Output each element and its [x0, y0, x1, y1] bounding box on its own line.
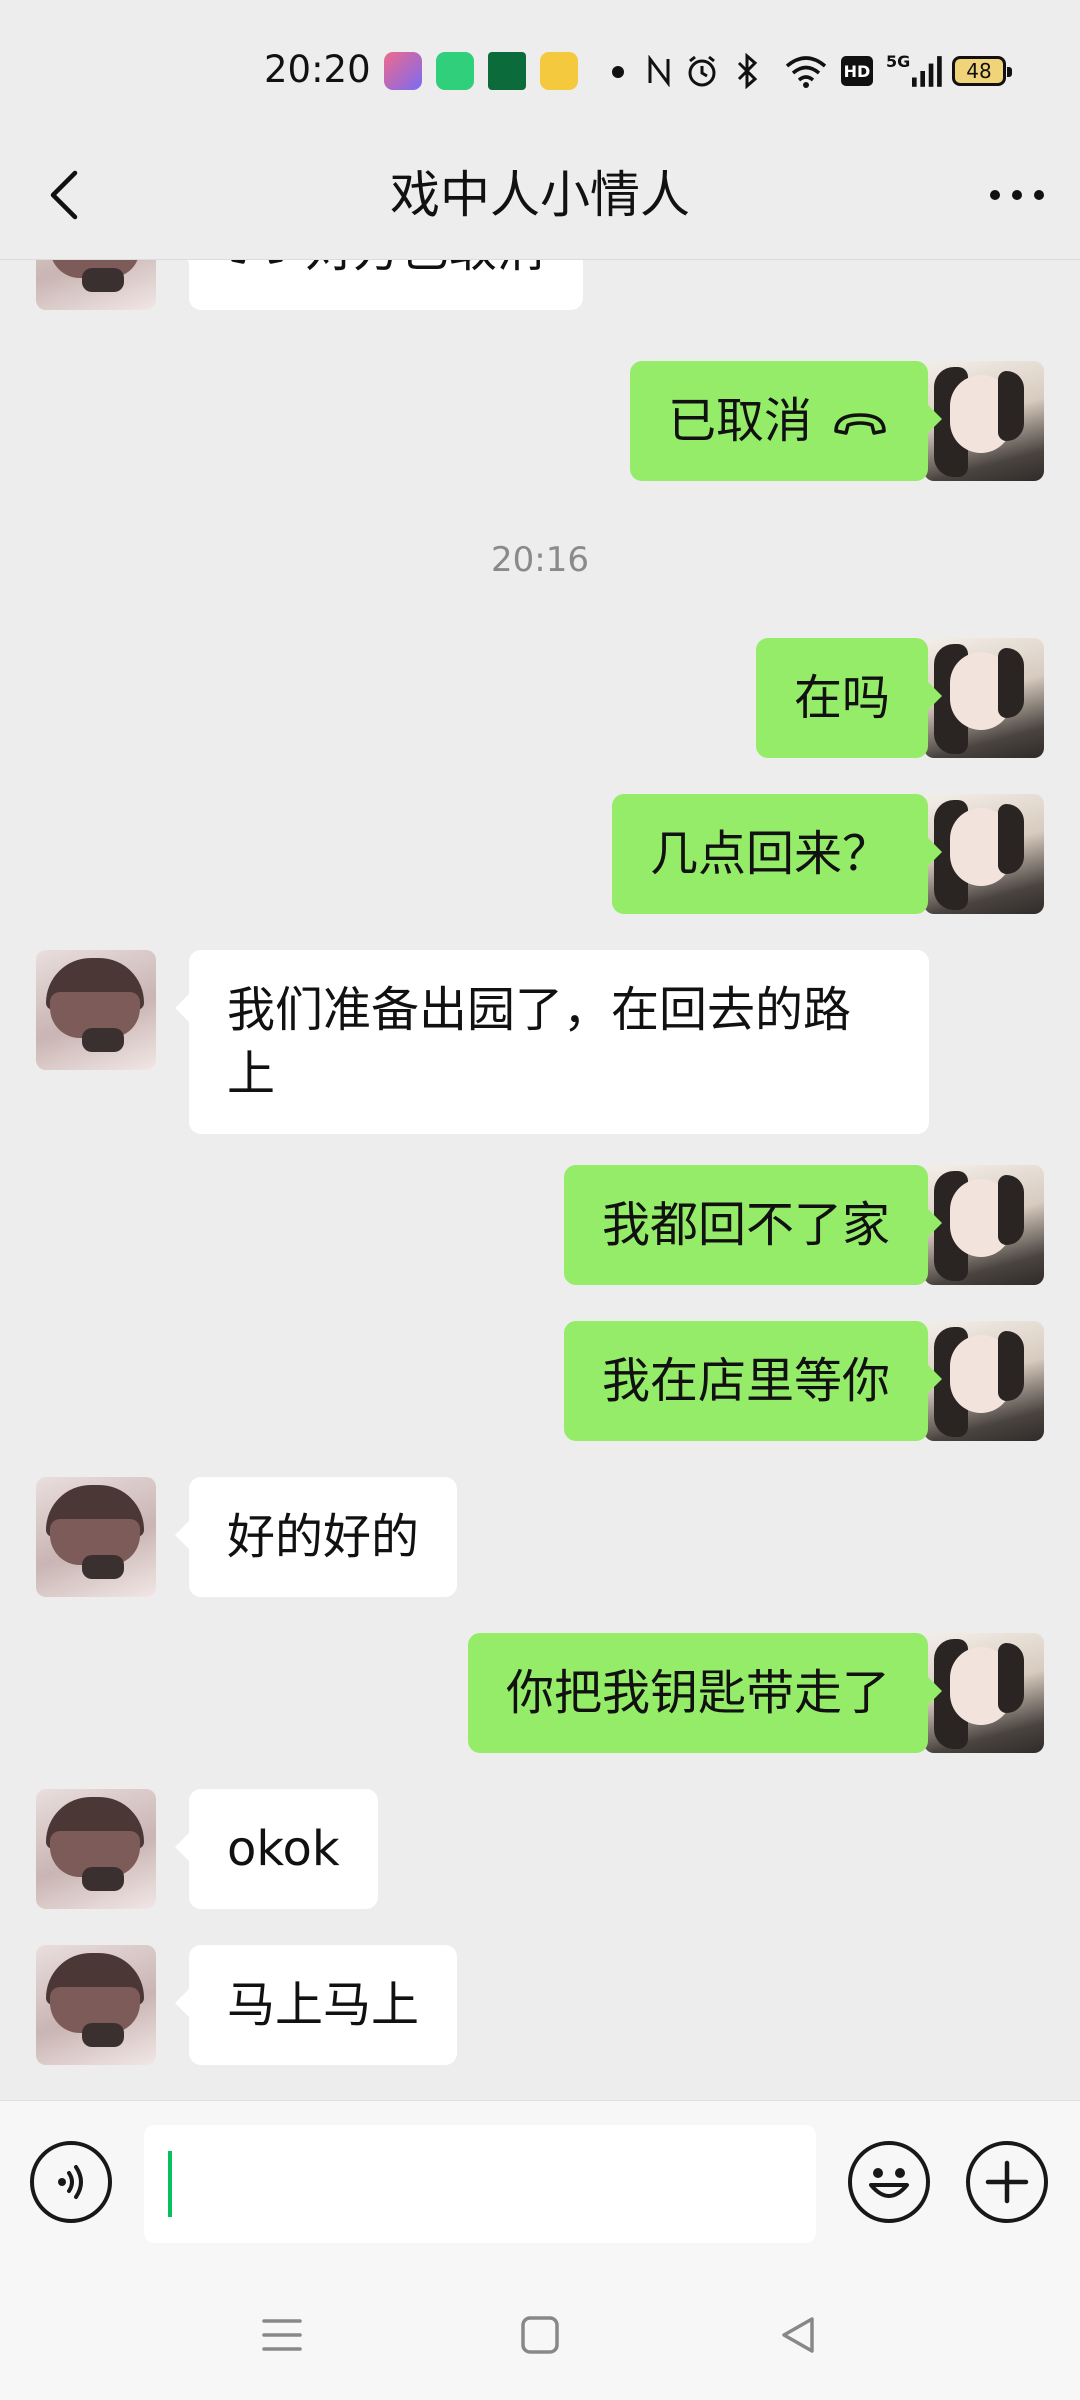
page-title: 戏中人小情人	[390, 166, 690, 224]
status-time: 20:20	[264, 48, 371, 91]
back-triangle-icon	[782, 2317, 814, 2353]
message-bubble[interactable]: 几点回来？	[611, 794, 943, 914]
message-bubble[interactable]: 马上马上	[174, 1945, 458, 2065]
wifi-icon	[784, 50, 828, 92]
app-icon-green	[436, 52, 474, 90]
avatar[interactable]	[924, 1633, 1044, 1753]
dot-icon	[612, 66, 624, 78]
status-bar: 20:20 HD 5G 48	[0, 0, 1080, 130]
battery-icon: 48	[952, 56, 1012, 86]
avatar[interactable]	[36, 1789, 156, 1909]
avatar[interactable]	[924, 1165, 1044, 1285]
plus-icon	[985, 2160, 1029, 2204]
voice-button[interactable]	[30, 2141, 112, 2223]
message-bubble[interactable]: 你把我钥匙带走了	[467, 1633, 943, 1753]
avatar[interactable]	[36, 1477, 156, 1597]
message-timestamp: 20:16	[491, 540, 589, 580]
avatar[interactable]	[36, 260, 156, 310]
back-nav-button[interactable]	[763, 2300, 833, 2370]
home-button[interactable]	[505, 2300, 575, 2370]
chat-header: 戏中人小情人	[0, 130, 1080, 260]
app-icon-yellow	[540, 52, 578, 90]
avatar[interactable]	[924, 361, 1044, 481]
avatar[interactable]	[924, 1321, 1044, 1441]
app-icon-pink	[384, 52, 422, 90]
battery-level: 48	[966, 59, 992, 83]
bluetooth-icon	[730, 50, 766, 92]
message-bubble[interactable]: okok	[175, 1789, 378, 1909]
message-bubble[interactable]: 好的好的	[174, 1477, 458, 1597]
hd-icon: HD	[840, 50, 874, 92]
message-bubble[interactable]: 我在店里等你	[563, 1321, 943, 1441]
message-bubble[interactable]: 已取消	[629, 361, 943, 481]
input-bar	[0, 2100, 1080, 2270]
avatar[interactable]	[924, 638, 1044, 758]
phone-hangup-icon	[231, 260, 283, 264]
message-input[interactable]	[144, 2125, 816, 2243]
message-text: 已取消	[667, 393, 812, 449]
alarm-icon	[684, 50, 720, 92]
nfc-icon	[644, 50, 674, 92]
more-button[interactable]	[982, 160, 1052, 230]
plus-button[interactable]	[966, 2141, 1048, 2223]
avatar[interactable]	[924, 794, 1044, 914]
phone-hangup-icon	[834, 413, 886, 435]
emoji-button[interactable]	[848, 2141, 930, 2223]
avatar[interactable]	[36, 1945, 156, 2065]
emoji-icon	[869, 2168, 909, 2198]
chat-area[interactable]: 对方已取消 已取消 20:16 在吗 几点回来？ 我们准备出园了，在回去的路上 …	[0, 260, 1080, 2100]
signal-icon: 5G	[886, 50, 942, 92]
app-icon-oppo	[488, 52, 526, 90]
avatar[interactable]	[36, 950, 156, 1070]
network-label: 5G	[886, 51, 911, 71]
message-text: 对方已取消	[305, 260, 545, 278]
message-bubble[interactable]: 对方已取消	[174, 260, 584, 310]
more-dots-icon	[990, 190, 1044, 200]
message-bubble[interactable]: 我都回不了家	[563, 1165, 943, 1285]
message-bubble[interactable]: 我们准备出园了，在回去的路上	[175, 950, 929, 1134]
hd-label: HD	[841, 56, 873, 86]
text-caret	[168, 2151, 172, 2217]
voice-icon	[58, 2165, 83, 2199]
menu-button[interactable]	[247, 2300, 317, 2370]
system-nav-bar	[0, 2270, 1080, 2400]
home-square-icon	[521, 2316, 559, 2354]
menu-icon	[262, 2319, 302, 2351]
message-bubble[interactable]: 在吗	[755, 638, 943, 758]
